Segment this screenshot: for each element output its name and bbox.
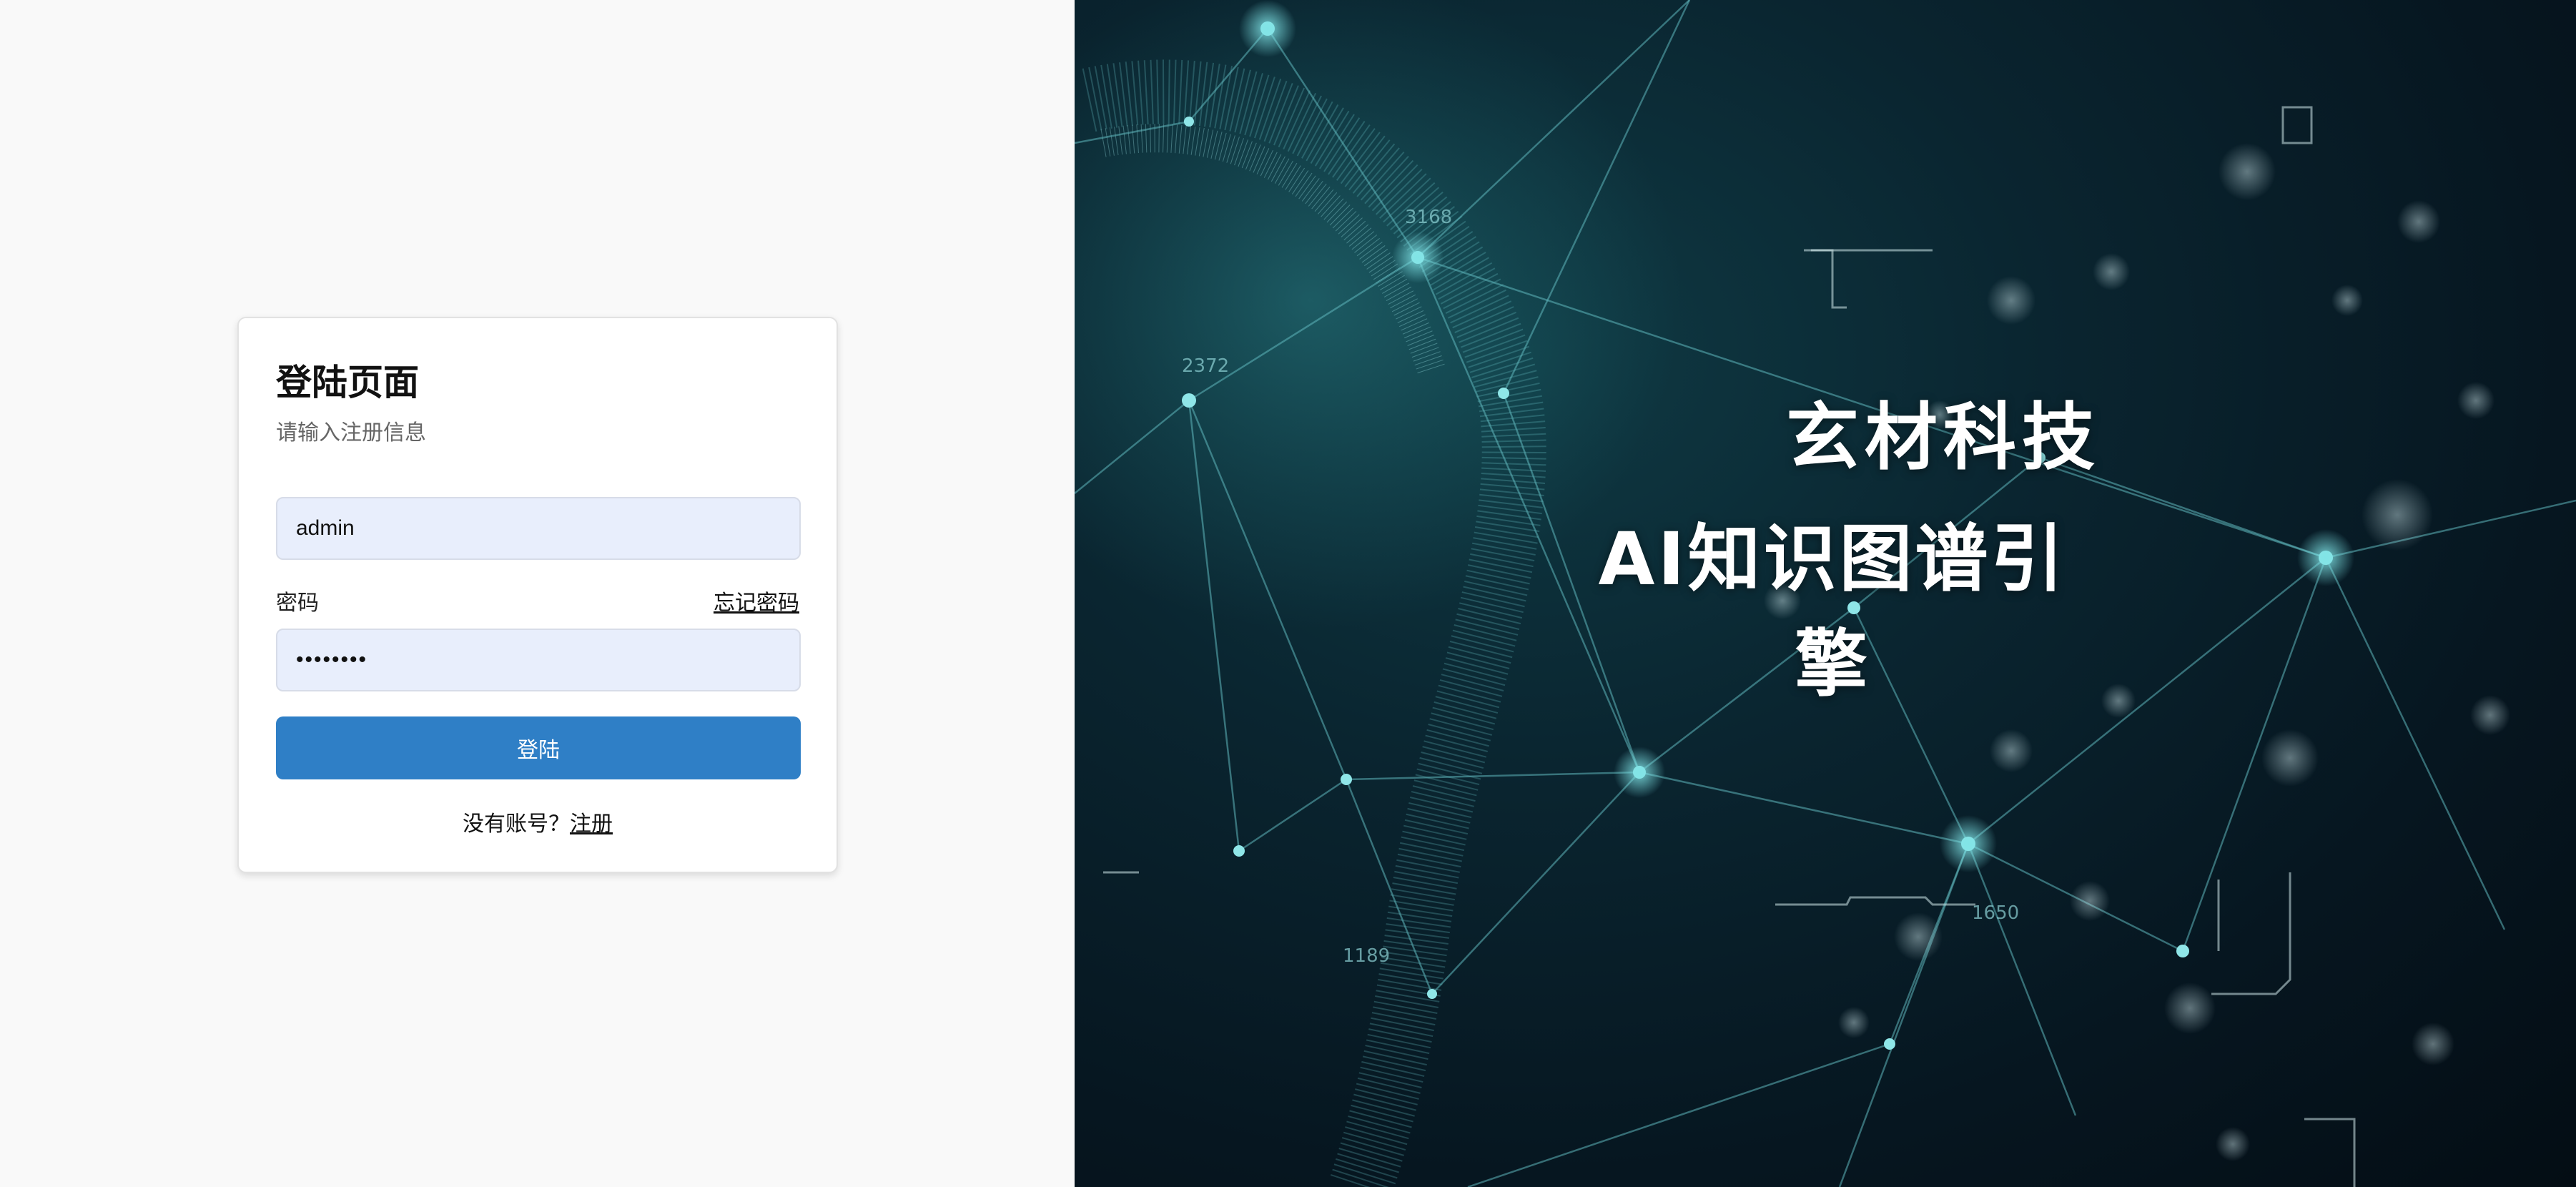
no-account-text: 没有账号？ xyxy=(463,812,570,837)
login-card: 登陆页面 请输入注册信息 密码 忘记密码 登陆 没有账号？注册 xyxy=(237,317,838,873)
login-page: 登陆页面 请输入注册信息 密码 忘记密码 登陆 没有账号？注册 xyxy=(0,0,2576,1187)
register-link[interactable]: 注册 xyxy=(570,812,613,837)
hero-company-name: 玄材科技 xyxy=(1786,395,2101,481)
page-title: 登陆页面 xyxy=(276,362,419,403)
password-label: 密码 xyxy=(276,591,319,616)
hud-number-4: 1189 xyxy=(1343,945,1390,967)
password-input[interactable] xyxy=(276,629,801,691)
hud-number-1: 3168 xyxy=(1405,207,1452,228)
hud-number-3: 1650 xyxy=(1972,902,2019,924)
hud-number-2: 2372 xyxy=(1182,355,1229,377)
page-subtitle: 请输入注册信息 xyxy=(276,420,426,445)
login-pane: 登陆页面 请输入注册信息 密码 忘记密码 登陆 没有账号？注册 xyxy=(0,0,1075,1187)
username-input[interactable] xyxy=(276,497,801,560)
register-row: 没有账号？注册 xyxy=(239,806,837,837)
hero-pane: 3168 2372 1650 1189 玄材科技 AI知识图谱引擎 xyxy=(1075,0,2576,1187)
forgot-password-link[interactable]: 忘记密码 xyxy=(714,585,799,616)
hero-product-name: AI知识图谱引擎 xyxy=(1598,517,2067,707)
login-button[interactable]: 登陆 xyxy=(276,716,801,779)
